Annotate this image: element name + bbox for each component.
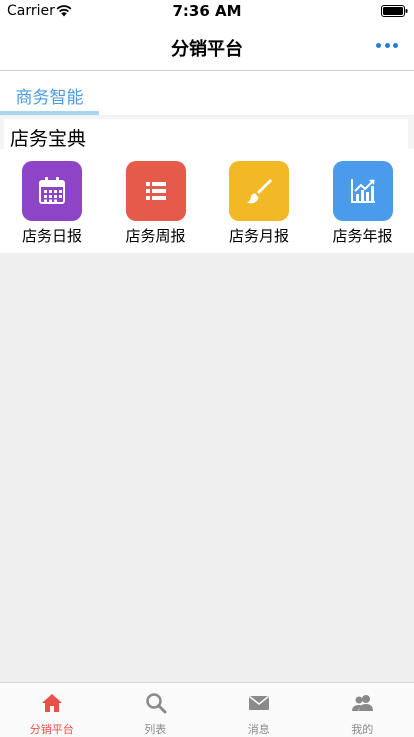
section-header-card: 店务宝典 xyxy=(4,119,408,151)
tab-label: 商务智能 xyxy=(0,83,99,108)
users-icon xyxy=(351,692,375,714)
tab-business-intelligence[interactable]: 商务智能 xyxy=(0,71,99,115)
tab-bar-label: 消息 xyxy=(207,721,311,737)
search-icon xyxy=(144,692,168,714)
section-title: 店务宝典 xyxy=(10,124,86,151)
daily-report-label: 店务日报 xyxy=(12,225,92,246)
weekly-report-tile xyxy=(126,161,186,221)
battery-icon xyxy=(381,5,408,17)
navigation-bar: 分销平台 xyxy=(0,22,414,71)
more-button[interactable] xyxy=(376,38,398,52)
tab-bar-item-profile[interactable]: 我的 xyxy=(311,683,414,737)
status-bar: Carrier 7:36 AM xyxy=(0,0,414,22)
chart-icon xyxy=(347,175,379,207)
mail-icon xyxy=(247,692,271,714)
page-title: 分销平台 xyxy=(0,35,414,61)
tab-bar-label: 分销平台 xyxy=(0,721,104,737)
annual-report-label: 店务年报 xyxy=(323,225,403,246)
daily-report-button[interactable]: 店务日报 xyxy=(12,161,92,249)
tab-bar-item-distribution[interactable]: 分销平台 xyxy=(0,683,104,737)
brush-icon xyxy=(243,175,275,207)
tab-bar-label: 我的 xyxy=(311,721,414,737)
bottom-tab-bar: 分销平台 列表 消息 我的 xyxy=(0,682,414,737)
weekly-report-button[interactable]: 店务周报 xyxy=(116,161,196,249)
tab-bar-item-list[interactable]: 列表 xyxy=(104,683,208,737)
tab-active-indicator xyxy=(0,111,99,115)
tab-bar-label: 列表 xyxy=(104,721,208,737)
annual-report-tile xyxy=(333,161,393,221)
more-dot-icon xyxy=(393,43,398,48)
monthly-report-tile xyxy=(229,161,289,221)
annual-report-button[interactable]: 店务年报 xyxy=(323,161,403,249)
status-time: 7:36 AM xyxy=(0,2,414,20)
weekly-report-label: 店务周报 xyxy=(116,225,196,246)
monthly-report-button[interactable]: 店务月报 xyxy=(219,161,299,249)
more-dot-icon xyxy=(385,43,390,48)
daily-report-tile xyxy=(22,161,82,221)
more-dot-icon xyxy=(376,43,381,48)
tab-strip: 商务智能 xyxy=(0,71,414,115)
monthly-report-label: 店务月报 xyxy=(219,225,299,246)
report-grid: 店务日报 店务周报 店务月报 xyxy=(0,149,414,253)
tab-bar-item-messages[interactable]: 消息 xyxy=(207,683,311,737)
home-icon xyxy=(40,692,64,714)
list-icon xyxy=(140,175,172,207)
calendar-icon xyxy=(36,175,68,207)
